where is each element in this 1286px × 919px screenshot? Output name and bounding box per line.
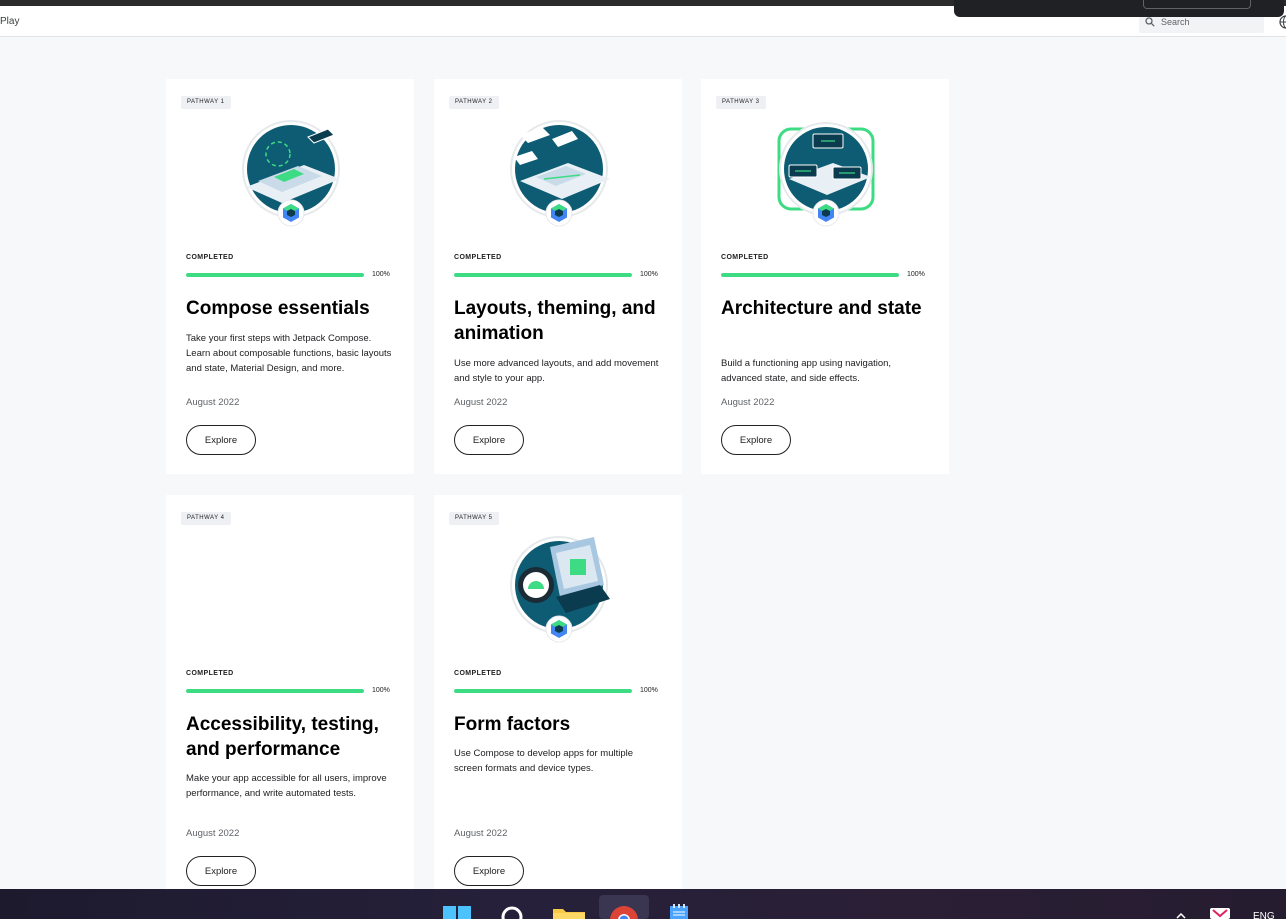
search-placeholder: Search — [1161, 17, 1190, 27]
pathway-card: PATHWAY 1 COMPLETED 100% Compose essenti… — [166, 79, 414, 474]
completion-status: COMPLETED — [186, 254, 234, 261]
layouts-theming-illustration — [510, 120, 610, 227]
pathway-title[interactable]: Layouts, theming, and animation — [454, 296, 669, 346]
progress-percent: 100% — [372, 271, 390, 278]
completion-status: COMPLETED — [186, 670, 234, 677]
progress-percent: 100% — [372, 687, 390, 694]
chevron-up-icon[interactable] — [1176, 913, 1186, 919]
progress-fill — [186, 273, 364, 277]
pathway-title[interactable]: Architecture and state — [721, 296, 936, 321]
pathway-description: Build a functioning app using navigation… — [721, 358, 892, 384]
progress-bar — [186, 273, 364, 277]
language-indicator[interactable]: ENG — [1253, 911, 1275, 919]
pathway-description: Use Compose to develop apps for multiple… — [454, 748, 634, 774]
pathway-description: Make your app accessible for all users, … — [186, 773, 387, 799]
architecture-state-illustration — [777, 122, 875, 227]
progress-fill — [186, 689, 364, 693]
progress-percent: 100% — [640, 687, 658, 694]
completion-status: COMPLETED — [454, 254, 502, 261]
progress-bar — [454, 273, 632, 277]
chrome-icon — [610, 906, 638, 919]
pathway-card: PATHWAY 2 COMPLETED 100% Layouts, themin… — [434, 79, 682, 474]
pathway-badge: PATHWAY 1 — [181, 96, 231, 109]
app-tray-icon[interactable] — [1209, 907, 1231, 919]
progress-percent: 100% — [640, 271, 658, 278]
completion-status: COMPLETED — [721, 254, 769, 261]
pathway-date: August 2022 — [454, 397, 508, 408]
explore-button[interactable]: Explore — [721, 425, 791, 455]
pathway-card: PATHWAY 5 COMPLETED 100% Form factors Us… — [434, 495, 682, 889]
breadcrumb[interactable]: Play — [0, 16, 19, 27]
progress-percent: 100% — [907, 271, 925, 278]
pathway-title[interactable]: Accessibility, testing, and performance — [186, 712, 401, 762]
pathway-badge: PATHWAY 4 — [181, 512, 231, 525]
pathway-date: August 2022 — [721, 397, 775, 408]
os-taskbar: ENG — [0, 889, 1286, 919]
explore-button[interactable]: Explore — [454, 856, 524, 886]
form-factors-illustration — [510, 536, 610, 643]
pathway-title[interactable]: Compose essentials — [186, 296, 401, 321]
explore-button[interactable]: Explore — [186, 856, 256, 886]
progress-bar — [454, 689, 632, 693]
pathway-title[interactable]: Form factors — [454, 712, 669, 737]
pathway-badge: PATHWAY 5 — [449, 512, 499, 525]
completion-status: COMPLETED — [454, 670, 502, 677]
notification-popup — [954, 0, 1284, 17]
pathway-date: August 2022 — [454, 828, 508, 839]
pathway-badge: PATHWAY 3 — [716, 96, 766, 109]
pathway-card: PATHWAY 4 COMPLETED 100% Accessibility, … — [166, 495, 414, 889]
notification-button[interactable] — [1143, 0, 1251, 9]
progress-fill — [454, 273, 632, 277]
windows-start-icon[interactable] — [443, 906, 471, 919]
globe-icon[interactable] — [1279, 15, 1286, 29]
search-icon[interactable] — [500, 905, 524, 919]
notepad-icon[interactable] — [668, 904, 690, 919]
pathway-badge: PATHWAY 2 — [449, 96, 499, 109]
pathway-date: August 2022 — [186, 397, 240, 408]
search-icon — [1145, 17, 1155, 27]
pathway-description: Take your first steps with Jetpack Compo… — [186, 333, 392, 374]
compose-essentials-illustration — [242, 120, 340, 227]
progress-bar — [186, 689, 364, 693]
explore-button[interactable]: Explore — [186, 425, 256, 455]
progress-fill — [454, 689, 632, 693]
pathway-date: August 2022 — [186, 828, 240, 839]
pathway-card: PATHWAY 3 COMPLETED 100% Architecture an… — [701, 79, 949, 474]
file-explorer-icon[interactable] — [553, 907, 585, 919]
pathway-description: Use more advanced layouts, and add movem… — [454, 358, 659, 384]
explore-button[interactable]: Explore — [454, 425, 524, 455]
progress-fill — [721, 273, 899, 277]
progress-bar — [721, 273, 899, 277]
chrome-taskbar-button[interactable] — [599, 895, 649, 919]
